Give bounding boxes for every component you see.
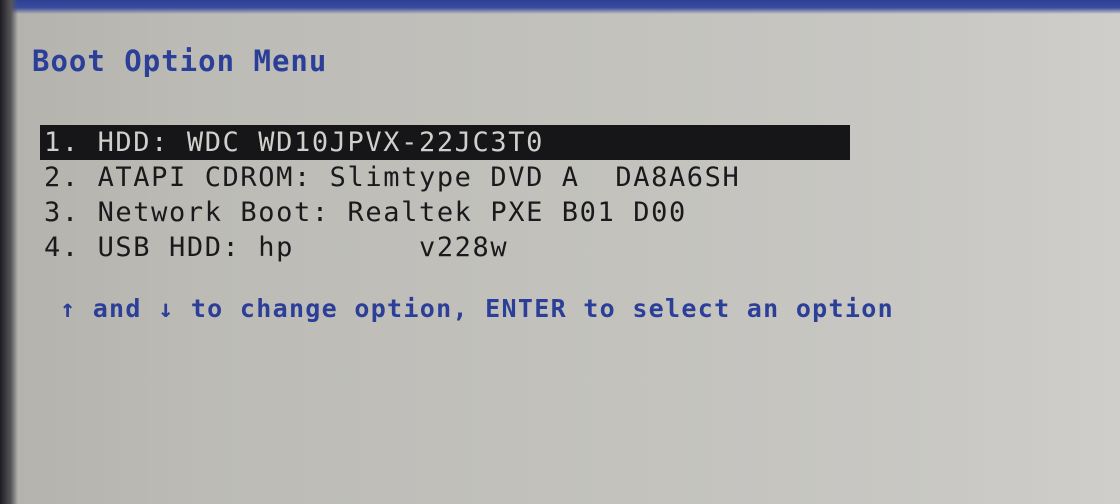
up-arrow-icon: ↑ [60,294,77,323]
boot-option-hdd[interactable]: 1. HDD: WDC WD10JPVX-22JC3T0 [40,125,850,160]
menu-title: Boot Option Menu [32,44,328,78]
help-rest-text: to change option, ENTER to select an opt… [174,294,894,323]
help-and-text: and [76,294,159,323]
down-arrow-icon: ↓ [158,294,175,323]
boot-option-network[interactable]: 3. Network Boot: Realtek PXE B01 D00 [40,195,850,230]
boot-option-list: 1. HDD: WDC WD10JPVX-22JC3T0 2. ATAPI CD… [40,125,850,265]
help-instructions: ↑ and ↓ to change option, ENTER to selec… [60,294,894,323]
left-bezel [0,0,18,504]
top-bezel [0,0,1120,14]
bios-screen: Boot Option Menu 1. HDD: WDC WD10JPVX-22… [0,0,1120,504]
boot-option-usb-hdd[interactable]: 4. USB HDD: hp v228w [40,230,850,265]
boot-option-cdrom[interactable]: 2. ATAPI CDROM: Slimtype DVD A DA8A6SH [40,160,850,195]
